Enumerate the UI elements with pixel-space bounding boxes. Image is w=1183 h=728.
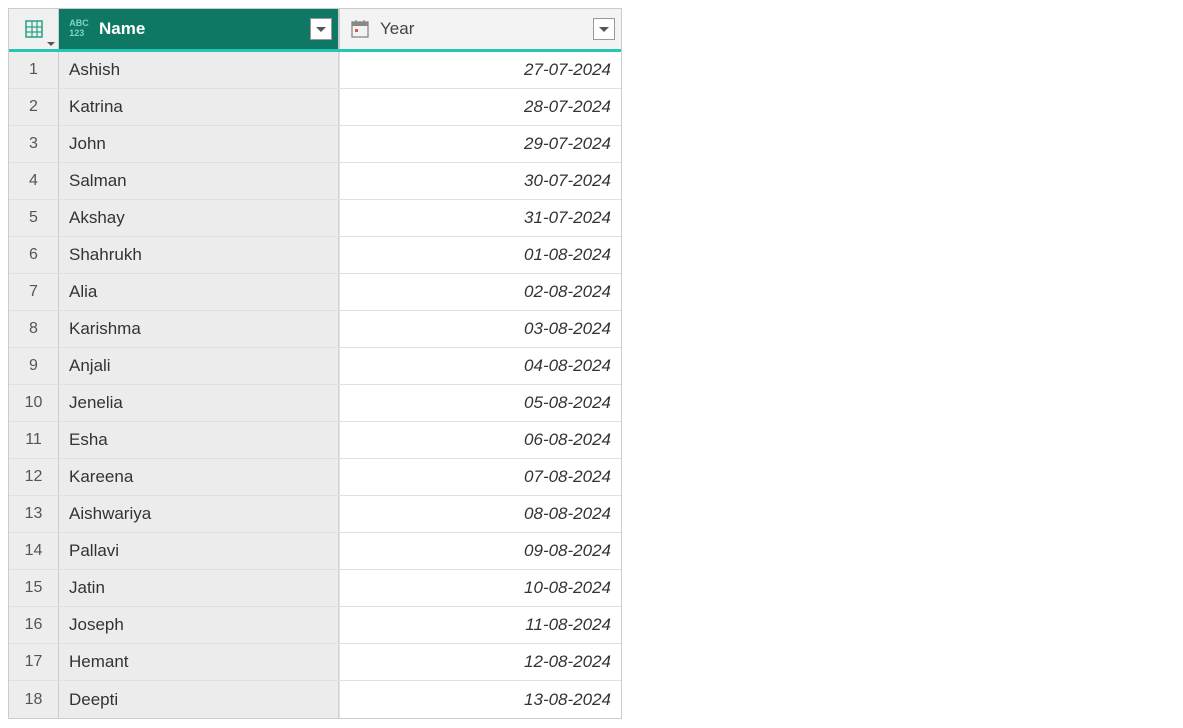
- cell-year[interactable]: 09-08-2024: [339, 533, 621, 569]
- row-number[interactable]: 7: [9, 274, 59, 310]
- filter-dropdown-button[interactable]: [310, 18, 332, 40]
- cell-year[interactable]: 02-08-2024: [339, 274, 621, 310]
- cell-name[interactable]: Akshay: [59, 200, 339, 236]
- table-row[interactable]: 15Jatin10-08-2024: [9, 570, 621, 607]
- cell-year[interactable]: 11-08-2024: [339, 607, 621, 643]
- column-header-label: Year: [380, 19, 593, 39]
- table-row[interactable]: 13Aishwariya08-08-2024: [9, 496, 621, 533]
- cell-name[interactable]: Joseph: [59, 607, 339, 643]
- cell-name[interactable]: Jatin: [59, 570, 339, 606]
- row-number[interactable]: 2: [9, 89, 59, 125]
- cell-year[interactable]: 13-08-2024: [339, 681, 621, 718]
- row-number[interactable]: 9: [9, 348, 59, 384]
- row-number[interactable]: 18: [9, 681, 59, 718]
- row-number[interactable]: 14: [9, 533, 59, 569]
- table-row[interactable]: 11Esha06-08-2024: [9, 422, 621, 459]
- column-header-year[interactable]: Year: [339, 9, 621, 49]
- table-row[interactable]: 12Kareena07-08-2024: [9, 459, 621, 496]
- cell-name[interactable]: Deepti: [59, 681, 339, 718]
- cell-name[interactable]: Alia: [59, 274, 339, 310]
- cell-name[interactable]: Aishwariya: [59, 496, 339, 532]
- table-row[interactable]: 14Pallavi09-08-2024: [9, 533, 621, 570]
- cell-name[interactable]: Anjali: [59, 348, 339, 384]
- cell-name[interactable]: Kareena: [59, 459, 339, 495]
- table-body: 1Ashish27-07-20242Katrina28-07-20243John…: [9, 52, 621, 718]
- cell-name[interactable]: John: [59, 126, 339, 162]
- row-number[interactable]: 12: [9, 459, 59, 495]
- row-number[interactable]: 6: [9, 237, 59, 273]
- table-row[interactable]: 17Hemant12-08-2024: [9, 644, 621, 681]
- table-row[interactable]: 5Akshay31-07-2024: [9, 200, 621, 237]
- cell-year[interactable]: 29-07-2024: [339, 126, 621, 162]
- chevron-down-icon: [47, 42, 55, 46]
- cell-year[interactable]: 06-08-2024: [339, 422, 621, 458]
- row-number[interactable]: 5: [9, 200, 59, 236]
- cell-year[interactable]: 08-08-2024: [339, 496, 621, 532]
- column-header-label: Name: [99, 19, 310, 39]
- column-header-name[interactable]: ABC123 Name: [59, 9, 339, 49]
- cell-name[interactable]: Karishma: [59, 311, 339, 347]
- row-number[interactable]: 4: [9, 163, 59, 199]
- cell-name[interactable]: Salman: [59, 163, 339, 199]
- cell-name[interactable]: Jenelia: [59, 385, 339, 421]
- table-icon: [24, 19, 44, 39]
- cell-year[interactable]: 12-08-2024: [339, 644, 621, 680]
- table-row[interactable]: 7Alia02-08-2024: [9, 274, 621, 311]
- abc123-type-icon: ABC123: [65, 15, 93, 43]
- row-number[interactable]: 3: [9, 126, 59, 162]
- cell-year[interactable]: 30-07-2024: [339, 163, 621, 199]
- cell-year[interactable]: 04-08-2024: [339, 348, 621, 384]
- row-number[interactable]: 1: [9, 52, 59, 88]
- filter-dropdown-button[interactable]: [593, 18, 615, 40]
- cell-year[interactable]: 07-08-2024: [339, 459, 621, 495]
- cell-year[interactable]: 10-08-2024: [339, 570, 621, 606]
- cell-name[interactable]: Esha: [59, 422, 339, 458]
- cell-year[interactable]: 03-08-2024: [339, 311, 621, 347]
- table-row[interactable]: 8Karishma03-08-2024: [9, 311, 621, 348]
- table-row[interactable]: 1Ashish27-07-2024: [9, 52, 621, 89]
- cell-name[interactable]: Ashish: [59, 52, 339, 88]
- cell-name[interactable]: Shahrukh: [59, 237, 339, 273]
- table-select-all-corner[interactable]: [9, 9, 59, 49]
- table-row[interactable]: 6Shahrukh01-08-2024: [9, 237, 621, 274]
- cell-name[interactable]: Katrina: [59, 89, 339, 125]
- table-row[interactable]: 16Joseph11-08-2024: [9, 607, 621, 644]
- cell-year[interactable]: 05-08-2024: [339, 385, 621, 421]
- row-number[interactable]: 11: [9, 422, 59, 458]
- table-row[interactable]: 3John29-07-2024: [9, 126, 621, 163]
- query-table: ABC123 Name Year 1Ashish27-07-20242Katri…: [8, 8, 622, 719]
- table-row[interactable]: 10Jenelia05-08-2024: [9, 385, 621, 422]
- table-row[interactable]: 2Katrina28-07-2024: [9, 89, 621, 126]
- cell-year[interactable]: 31-07-2024: [339, 200, 621, 236]
- table-header-row: ABC123 Name Year: [9, 9, 621, 52]
- table-row[interactable]: 18Deepti13-08-2024: [9, 681, 621, 718]
- row-number[interactable]: 10: [9, 385, 59, 421]
- table-row[interactable]: 9Anjali04-08-2024: [9, 348, 621, 385]
- cell-name[interactable]: Pallavi: [59, 533, 339, 569]
- date-type-icon: [346, 15, 374, 43]
- row-number[interactable]: 17: [9, 644, 59, 680]
- cell-name[interactable]: Hemant: [59, 644, 339, 680]
- row-number[interactable]: 13: [9, 496, 59, 532]
- row-number[interactable]: 16: [9, 607, 59, 643]
- table-row[interactable]: 4Salman30-07-2024: [9, 163, 621, 200]
- row-number[interactable]: 8: [9, 311, 59, 347]
- cell-year[interactable]: 28-07-2024: [339, 89, 621, 125]
- row-number[interactable]: 15: [9, 570, 59, 606]
- cell-year[interactable]: 01-08-2024: [339, 237, 621, 273]
- cell-year[interactable]: 27-07-2024: [339, 52, 621, 88]
